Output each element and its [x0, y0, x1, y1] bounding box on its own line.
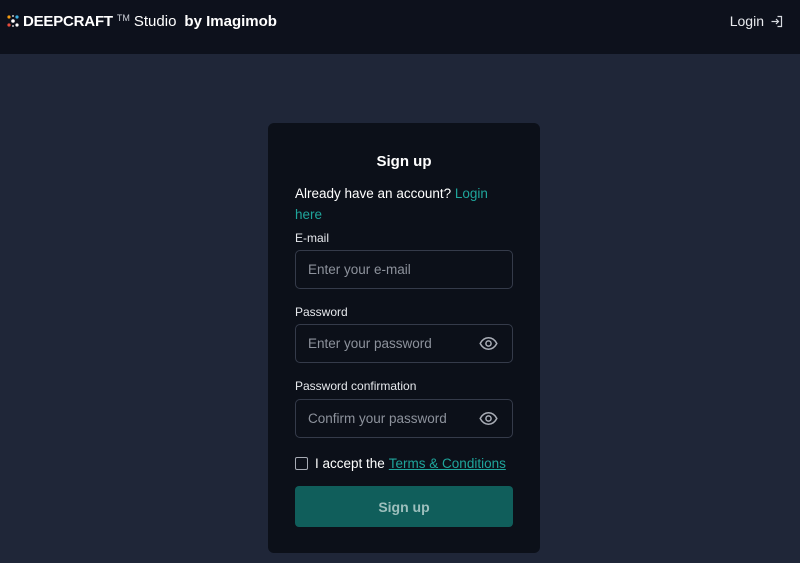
password-field[interactable]: Enter your password: [295, 324, 513, 363]
header-login-link[interactable]: Login: [730, 12, 783, 30]
eye-icon[interactable]: [479, 336, 498, 351]
signup-card: Sign up Already have an account? Login h…: [268, 123, 540, 553]
brand-studio: Studio: [133, 12, 177, 30]
password-confirmation-placeholder: Confirm your password: [308, 411, 447, 426]
password-confirmation-field[interactable]: Confirm your password: [295, 399, 513, 438]
terms-prefix: I accept the: [315, 455, 385, 471]
form-title: Sign up: [376, 153, 432, 170]
brand[interactable]: DEEPCRAFT TM Studio by Imagimob: [6, 11, 277, 31]
login-arrow-icon: [771, 15, 783, 27]
email-label: E-mail: [295, 231, 330, 245]
deepcraft-logo-icon: [7, 15, 19, 27]
email-field[interactable]: Enter your e-mail: [295, 250, 513, 289]
password-confirmation-label: Password confirmation: [295, 379, 417, 393]
top-bar: DEEPCRAFT TM Studio by Imagimob Login: [0, 0, 800, 54]
already-text: Already have an account?: [295, 186, 452, 201]
signup-button[interactable]: Sign up: [295, 486, 513, 527]
password-placeholder: Enter your password: [308, 336, 432, 351]
brand-name: DEEPCRAFT: [23, 12, 113, 30]
signup-button-label: Sign up: [378, 498, 430, 515]
header-login-label: Login: [729, 13, 764, 29]
terms-and-conditions-link[interactable]: Terms & Conditions: [389, 456, 506, 471]
email-placeholder: Enter your e-mail: [308, 262, 411, 277]
eye-icon[interactable]: [479, 411, 498, 426]
terms-row: I accept the Terms & Conditions: [295, 455, 506, 471]
password-label: Password: [295, 305, 348, 319]
brand-trademark: TM: [116, 13, 130, 23]
terms-checkbox[interactable]: [295, 456, 308, 470]
brand-by: by Imagimob: [184, 12, 277, 30]
already-have-account: Already have an account? Login here: [295, 183, 515, 225]
